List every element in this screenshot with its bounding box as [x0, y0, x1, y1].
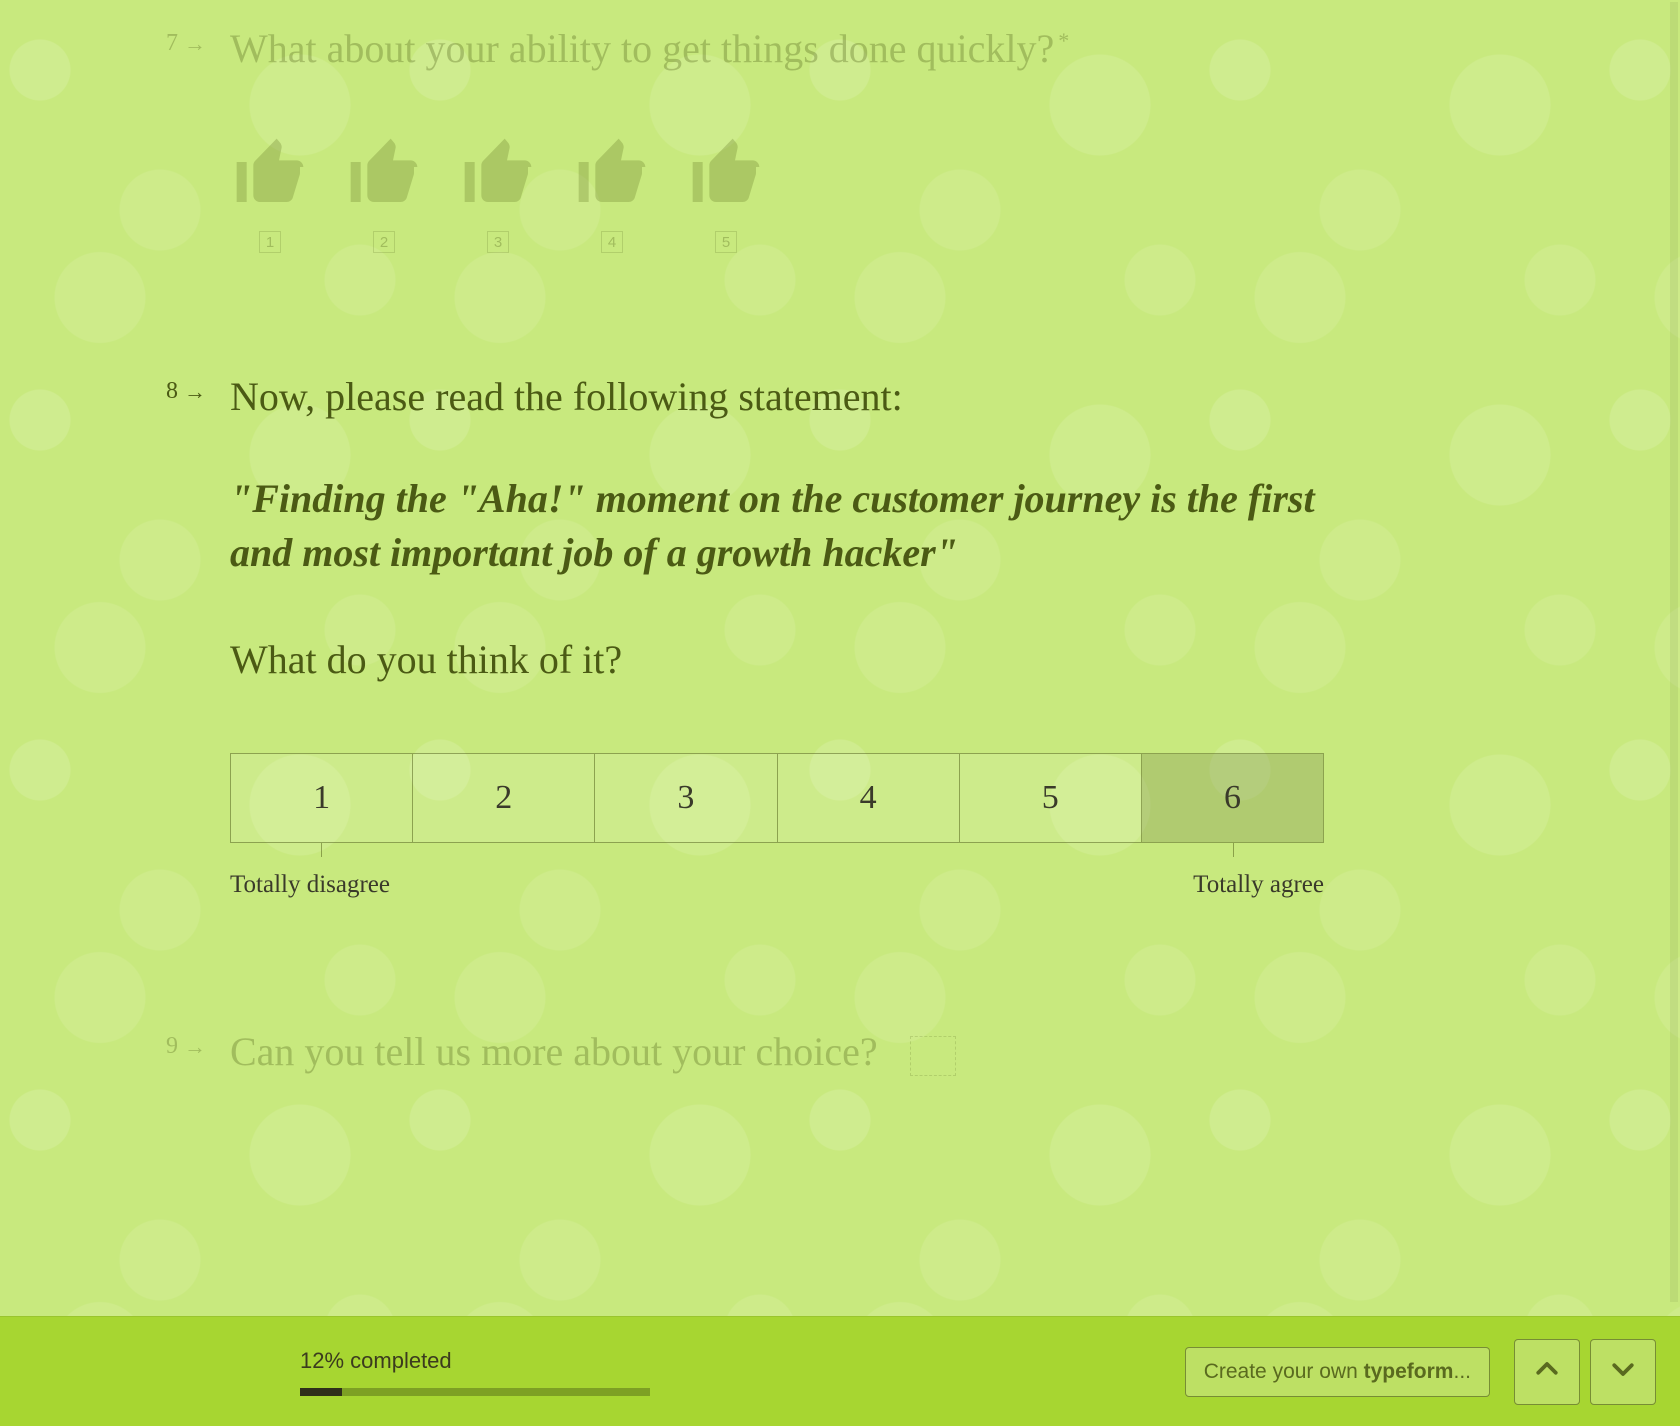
question-7: 7 → What about your ability to get thing…	[230, 22, 1069, 253]
question-text-value: Can you tell us more about your choice?	[230, 1029, 878, 1074]
scale-option-label: 5	[1042, 779, 1059, 817]
rating-option-1[interactable]: 1	[230, 132, 310, 253]
scale-option-label: 6	[1224, 779, 1241, 817]
progress-block: 12% completed	[300, 1348, 650, 1396]
scale-anchor-labels: Totally disagree Totally agree	[230, 871, 1324, 899]
opinion-scale: 1 2 3 4 5 6 Totally disagree Totally agr…	[230, 753, 1330, 899]
create-typeform-button[interactable]: Create your own typeform...	[1185, 1347, 1490, 1397]
question-text: What about your ability to get things do…	[230, 22, 1069, 76]
arrow-right-icon: →	[184, 381, 206, 403]
scale-min-label: Totally disagree	[230, 871, 390, 899]
scale-option-5[interactable]: 5	[960, 754, 1142, 842]
scale-option-label: 3	[677, 779, 694, 817]
question-8: 8 → Now, please read the following state…	[230, 370, 1330, 899]
progress-bar	[300, 1388, 650, 1396]
chevron-up-icon	[1532, 1354, 1562, 1389]
thumbs-up-icon	[230, 132, 310, 217]
brand-prefix: Create your own	[1204, 1360, 1364, 1383]
rating-option-label: 1	[259, 231, 281, 253]
scale-ticks	[230, 843, 1324, 857]
form-viewport: 7 → What about your ability to get thing…	[0, 0, 1680, 1426]
scale-max-label: Totally agree	[1193, 871, 1324, 899]
scale-option-6[interactable]: 6	[1142, 754, 1323, 842]
rating-option-label: 3	[487, 231, 509, 253]
question-number: 7 →	[166, 30, 206, 57]
rating-option-label: 2	[373, 231, 395, 253]
rating-thumbs-row: 1 2 3 4	[230, 132, 1069, 253]
chevron-down-icon	[1608, 1354, 1638, 1389]
progress-fill	[300, 1388, 342, 1396]
rating-option-5[interactable]: 5	[686, 132, 766, 253]
nav-prev-button[interactable]	[1514, 1339, 1580, 1405]
brand-suffix: ...	[1453, 1360, 1471, 1383]
rating-option-label: 4	[601, 231, 623, 253]
arrow-right-icon: →	[184, 33, 206, 55]
thumbs-up-icon	[344, 132, 424, 217]
answer-placeholder-chip[interactable]	[910, 1036, 956, 1076]
scale-option-4[interactable]: 4	[778, 754, 960, 842]
question-text: Can you tell us more about your choice?	[230, 1025, 956, 1079]
progress-text: 12% completed	[300, 1348, 650, 1374]
scale-option-1[interactable]: 1	[231, 754, 413, 842]
question-number-value: 9	[166, 1033, 178, 1060]
thumbs-up-icon	[458, 132, 538, 217]
opinion-scale-row: 1 2 3 4 5 6	[230, 753, 1324, 843]
thumbs-up-icon	[572, 132, 652, 217]
thumbs-up-icon	[686, 132, 766, 217]
footer-bar: 12% completed Create your own typeform..…	[0, 1316, 1680, 1426]
question-statement: "Finding the "Aha!" moment on the custom…	[230, 472, 1330, 580]
rating-option-4[interactable]: 4	[572, 132, 652, 253]
scale-option-3[interactable]: 3	[595, 754, 777, 842]
nav-next-button[interactable]	[1590, 1339, 1656, 1405]
question-9: 9 → Can you tell us more about your choi…	[230, 1025, 956, 1079]
scale-option-label: 1	[313, 779, 330, 817]
brand-bold: typeform	[1364, 1360, 1454, 1383]
question-text-value: What about your ability to get things do…	[230, 26, 1054, 71]
rating-option-3[interactable]: 3	[458, 132, 538, 253]
scale-option-label: 2	[495, 779, 512, 817]
scale-option-label: 4	[860, 779, 877, 817]
question-number-value: 8	[166, 378, 178, 405]
required-marker: *	[1058, 28, 1069, 53]
question-intro: Now, please read the following statement…	[230, 370, 1330, 424]
question-number: 8 →	[166, 378, 206, 405]
scale-option-2[interactable]: 2	[413, 754, 595, 842]
rating-option-label: 5	[715, 231, 737, 253]
question-subtext: What do you think of it?	[230, 636, 1330, 683]
question-number: 9 →	[166, 1033, 206, 1060]
rating-option-2[interactable]: 2	[344, 132, 424, 253]
arrow-right-icon: →	[184, 1036, 206, 1058]
question-number-value: 7	[166, 30, 178, 57]
